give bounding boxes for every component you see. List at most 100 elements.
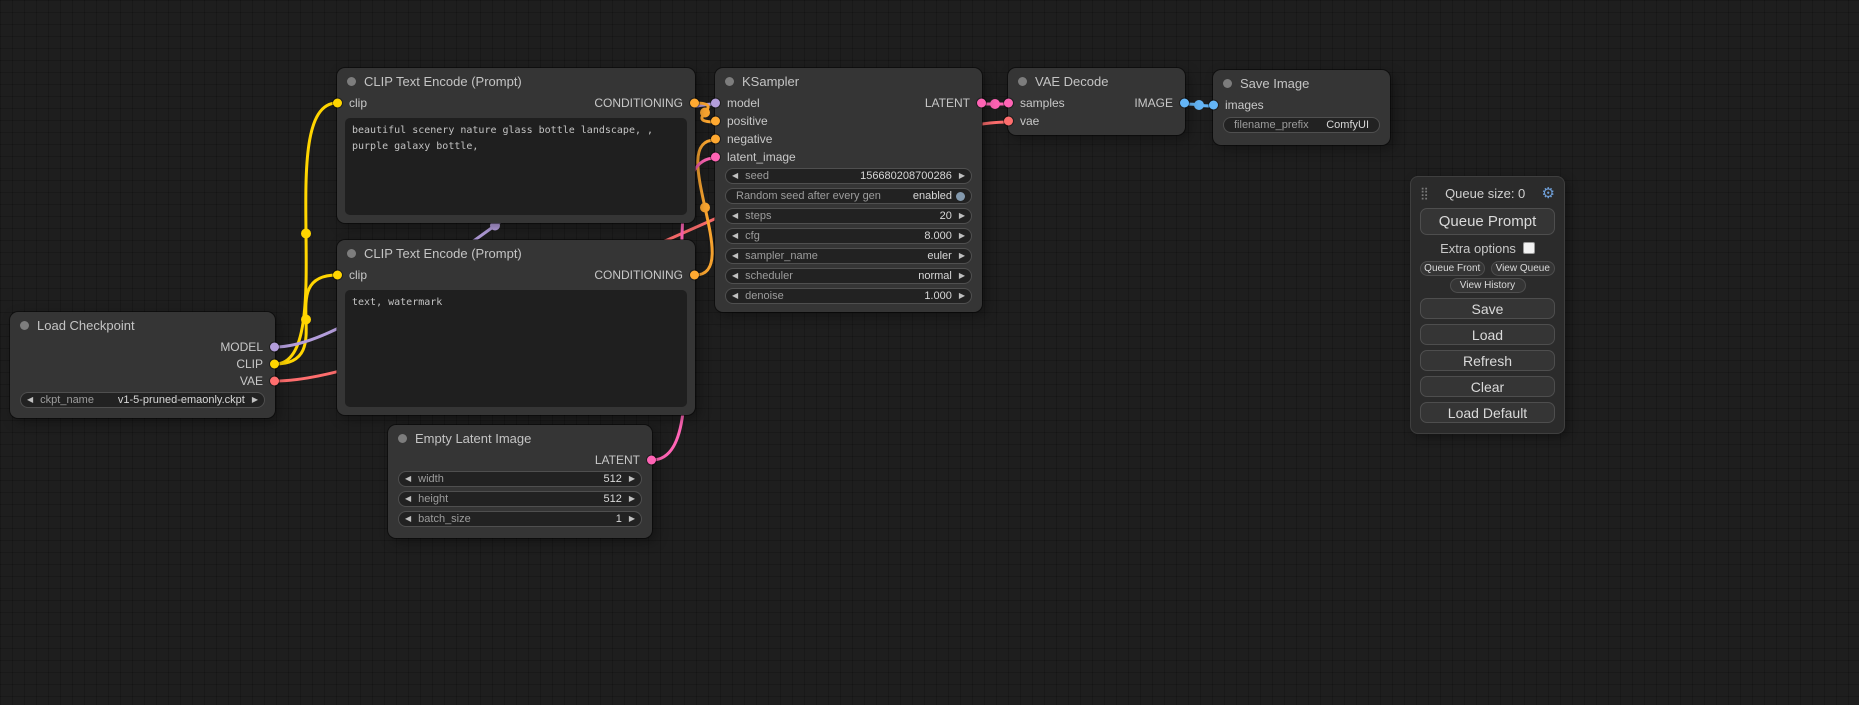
decrement-arrow-icon[interactable]: ◀ bbox=[732, 212, 738, 220]
clip-output-slot[interactable] bbox=[270, 359, 279, 368]
load-default-button[interactable]: Load Default bbox=[1420, 402, 1555, 423]
increment-arrow-icon[interactable]: ▶ bbox=[959, 292, 965, 300]
node-title-bar[interactable]: Load Checkpoint bbox=[10, 312, 275, 338]
node-title-bar[interactable]: CLIP Text Encode (Prompt) bbox=[337, 68, 695, 94]
positive-prompt-textarea[interactable]: beautiful scenery nature glass bottle la… bbox=[345, 118, 687, 215]
node-clip-text-encode-positive[interactable]: CLIP Text Encode (Prompt) clip CONDITION… bbox=[337, 68, 695, 223]
conditioning-output-slot[interactable] bbox=[690, 271, 699, 280]
width-widget[interactable]: ◀ width 512 ▶ bbox=[398, 471, 642, 487]
node-title-bar[interactable]: Save Image bbox=[1213, 70, 1390, 96]
view-queue-button[interactable]: View Queue bbox=[1491, 261, 1556, 276]
widget-value: 1.000 bbox=[924, 290, 952, 302]
images-input-slot[interactable] bbox=[1209, 101, 1218, 110]
queue-prompt-button[interactable]: Queue Prompt bbox=[1420, 208, 1555, 235]
collapse-dot-icon[interactable] bbox=[347, 249, 356, 258]
decrement-arrow-icon[interactable]: ◀ bbox=[732, 232, 738, 240]
decrement-arrow-icon[interactable]: ◀ bbox=[27, 396, 33, 404]
load-button[interactable]: Load bbox=[1420, 324, 1555, 345]
widget-label: filename_prefix bbox=[1234, 119, 1309, 131]
negative-input-slot[interactable] bbox=[711, 135, 720, 144]
workflow-canvas[interactable]: CLIP Text Encode (Prompt) clip CONDITION… bbox=[0, 0, 1859, 705]
height-widget[interactable]: ◀ height 512 ▶ bbox=[398, 491, 642, 507]
link-dot[interactable] bbox=[1194, 100, 1204, 110]
queue-front-button[interactable]: Queue Front bbox=[1420, 261, 1485, 276]
settings-gear-icon[interactable]: ⚙ bbox=[1542, 184, 1555, 202]
increment-arrow-icon[interactable]: ▶ bbox=[959, 172, 965, 180]
increment-arrow-icon[interactable]: ▶ bbox=[959, 212, 965, 220]
clear-button[interactable]: Clear bbox=[1420, 376, 1555, 397]
decrement-arrow-icon[interactable]: ◀ bbox=[732, 272, 738, 280]
increment-arrow-icon[interactable]: ▶ bbox=[959, 252, 965, 260]
node-title-bar[interactable]: VAE Decode bbox=[1008, 68, 1185, 94]
node-title-bar[interactable]: Empty Latent Image bbox=[388, 425, 652, 451]
slot-row: MODEL bbox=[10, 338, 275, 355]
collapse-dot-icon[interactable] bbox=[20, 321, 29, 330]
extra-options-checkbox[interactable] bbox=[1523, 242, 1535, 254]
negative-prompt-textarea[interactable]: text, watermark bbox=[345, 290, 687, 407]
collapse-dot-icon[interactable] bbox=[1223, 79, 1232, 88]
collapse-dot-icon[interactable] bbox=[1018, 77, 1027, 86]
node-empty-latent-image[interactable]: Empty Latent Image LATENT ◀ width 512 ▶ … bbox=[388, 425, 652, 538]
decrement-arrow-icon[interactable]: ◀ bbox=[405, 515, 411, 523]
slot-row: vae bbox=[1008, 112, 1185, 130]
node-title-bar[interactable]: CLIP Text Encode (Prompt) bbox=[337, 240, 695, 266]
increment-arrow-icon[interactable]: ▶ bbox=[629, 475, 635, 483]
filename-prefix-widget[interactable]: filename_prefix ComfyUI bbox=[1223, 117, 1380, 133]
decrement-arrow-icon[interactable]: ◀ bbox=[405, 495, 411, 503]
clip-input-slot[interactable] bbox=[333, 99, 342, 108]
increment-arrow-icon[interactable]: ▶ bbox=[252, 396, 258, 404]
collapse-dot-icon[interactable] bbox=[398, 434, 407, 443]
scheduler-widget[interactable]: ◀ scheduler normal ▶ bbox=[725, 268, 972, 284]
node-vae-decode[interactable]: VAE Decode samples IMAGE vae bbox=[1008, 68, 1185, 135]
node-load-checkpoint[interactable]: Load Checkpoint MODEL CLIP VAE ◀ ckpt_na… bbox=[10, 312, 275, 418]
vae-output-slot[interactable] bbox=[270, 376, 279, 385]
model-output-slot[interactable] bbox=[270, 342, 279, 351]
decrement-arrow-icon[interactable]: ◀ bbox=[732, 292, 738, 300]
model-input-slot[interactable] bbox=[711, 99, 720, 108]
random-seed-toggle[interactable]: Random seed after every gen enabled bbox=[725, 188, 972, 204]
samples-input-slot[interactable] bbox=[1004, 99, 1013, 108]
collapse-dot-icon[interactable] bbox=[725, 77, 734, 86]
latent-output-slot[interactable] bbox=[977, 99, 986, 108]
increment-arrow-icon[interactable]: ▶ bbox=[959, 272, 965, 280]
increment-arrow-icon[interactable]: ▶ bbox=[629, 495, 635, 503]
sampler-name-widget[interactable]: ◀ sampler_name euler ▶ bbox=[725, 248, 972, 264]
vae-input-slot[interactable] bbox=[1004, 117, 1013, 126]
collapse-dot-icon[interactable] bbox=[347, 77, 356, 86]
node-save-image[interactable]: Save Image images filename_prefix ComfyU… bbox=[1213, 70, 1390, 145]
seed-widget[interactable]: ◀ seed 156680208700286 ▶ bbox=[725, 168, 972, 184]
drag-handle-icon[interactable]: ⣿ bbox=[1420, 186, 1429, 200]
toggle-dot-icon[interactable] bbox=[956, 192, 965, 201]
link-dot[interactable] bbox=[700, 108, 710, 118]
refresh-button[interactable]: Refresh bbox=[1420, 350, 1555, 371]
slot-row: latent_image bbox=[715, 148, 982, 166]
node-ksampler[interactable]: KSampler model LATENT positive negative … bbox=[715, 68, 982, 312]
node-clip-text-encode-negative[interactable]: CLIP Text Encode (Prompt) clip CONDITION… bbox=[337, 240, 695, 415]
conditioning-output-slot[interactable] bbox=[690, 99, 699, 108]
increment-arrow-icon[interactable]: ▶ bbox=[629, 515, 635, 523]
link-dot[interactable] bbox=[990, 99, 1000, 109]
decrement-arrow-icon[interactable]: ◀ bbox=[405, 475, 411, 483]
decrement-arrow-icon[interactable]: ◀ bbox=[732, 172, 738, 180]
positive-input-slot[interactable] bbox=[711, 117, 720, 126]
widget-value: euler bbox=[927, 250, 951, 262]
steps-widget[interactable]: ◀ steps 20 ▶ bbox=[725, 208, 972, 224]
output-label: LATENT bbox=[595, 453, 640, 467]
latent-image-input-slot[interactable] bbox=[711, 153, 720, 162]
cfg-widget[interactable]: ◀ cfg 8.000 ▶ bbox=[725, 228, 972, 244]
batch-size-widget[interactable]: ◀ batch_size 1 ▶ bbox=[398, 511, 642, 527]
link-dot[interactable] bbox=[700, 203, 710, 213]
view-history-button[interactable]: View History bbox=[1450, 278, 1526, 293]
decrement-arrow-icon[interactable]: ◀ bbox=[732, 252, 738, 260]
link-dot[interactable] bbox=[301, 315, 311, 325]
image-output-slot[interactable] bbox=[1180, 99, 1189, 108]
link-dot[interactable] bbox=[301, 229, 311, 239]
ckpt-name-widget[interactable]: ◀ ckpt_name v1-5-pruned-emaonly.ckpt ▶ bbox=[20, 392, 265, 408]
latent-output-slot[interactable] bbox=[647, 455, 656, 464]
increment-arrow-icon[interactable]: ▶ bbox=[959, 232, 965, 240]
denoise-widget[interactable]: ◀ denoise 1.000 ▶ bbox=[725, 288, 972, 304]
input-label: negative bbox=[727, 132, 772, 146]
node-title-bar[interactable]: KSampler bbox=[715, 68, 982, 94]
save-button[interactable]: Save bbox=[1420, 298, 1555, 319]
clip-input-slot[interactable] bbox=[333, 271, 342, 280]
